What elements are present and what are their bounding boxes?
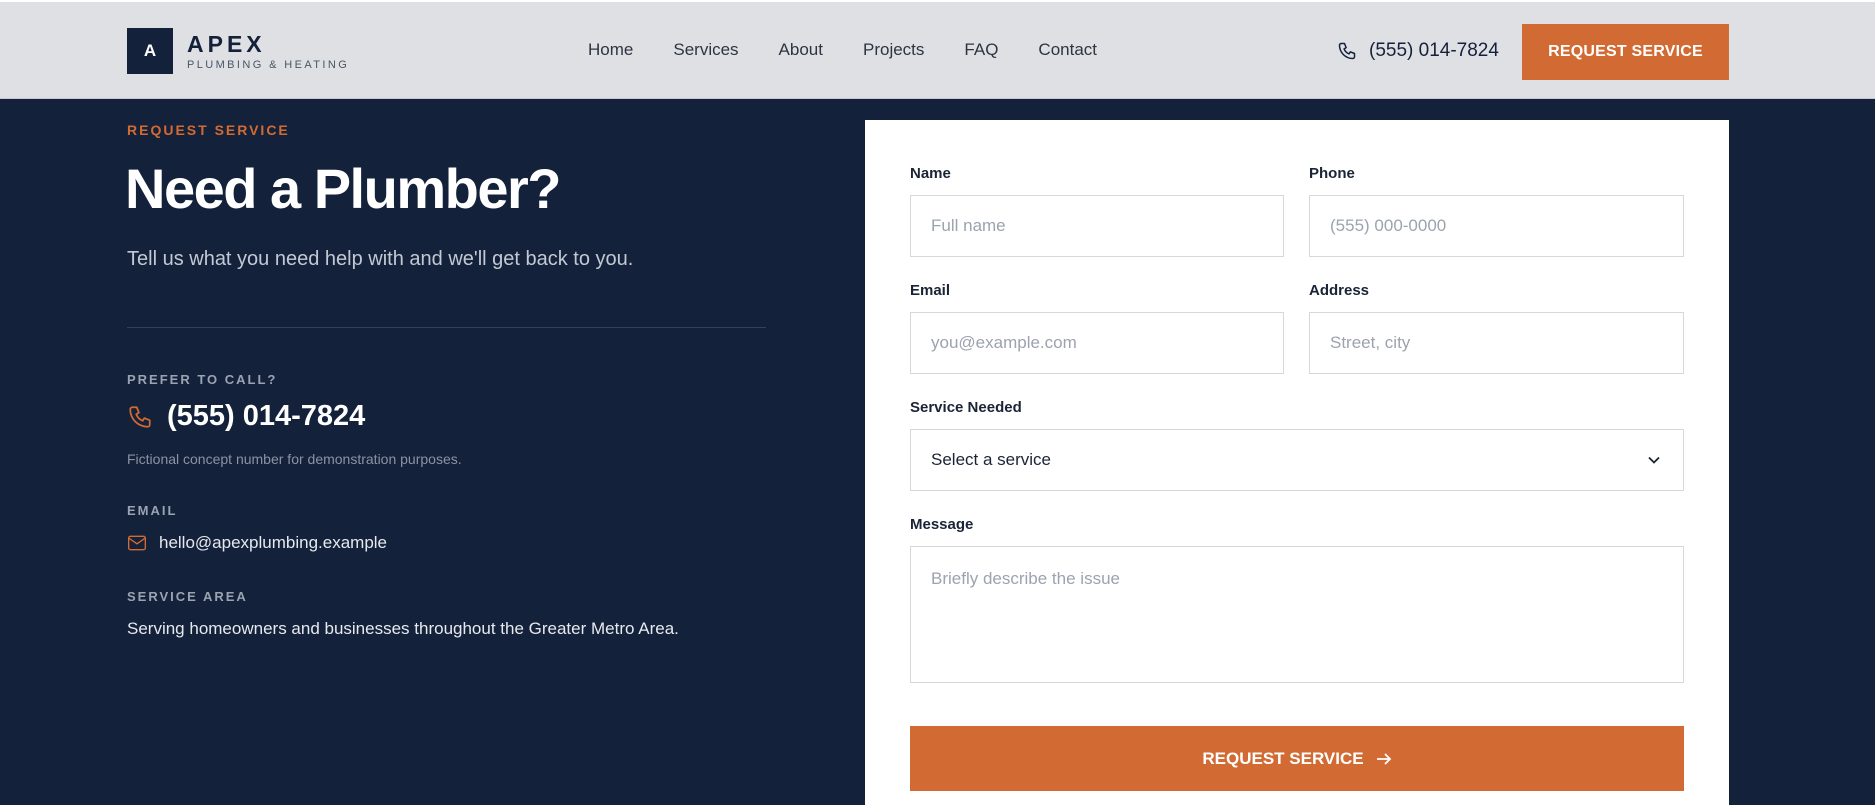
phone-icon xyxy=(129,405,151,428)
service-request-form: Name Full name Phone (555) 000-0000 Emai… xyxy=(865,120,1729,805)
contact-phone-link[interactable]: (555) 014-7824 xyxy=(127,400,365,433)
arrow-right-icon xyxy=(1376,752,1391,765)
request-service-button[interactable]: REQUEST SERVICE xyxy=(1522,24,1729,80)
nav-projects[interactable]: Projects xyxy=(863,40,924,60)
nav-home[interactable]: Home xyxy=(588,40,633,60)
area-label: SERVICE AREA xyxy=(127,589,248,604)
divider xyxy=(127,327,766,328)
phone-note: Fictional concept number for demonstrati… xyxy=(127,451,462,467)
service-area-text: Serving homeowners and businesses throug… xyxy=(127,619,679,638)
nav-services[interactable]: Services xyxy=(673,40,738,60)
nav-faq[interactable]: FAQ xyxy=(964,40,998,60)
contact-email: hello@apexplumbing.example xyxy=(159,533,388,552)
nav-about[interactable]: About xyxy=(779,40,823,60)
logo[interactable]: A APEX PLUMBING & HEATING xyxy=(127,28,349,74)
message-textarea[interactable]: Briefly describe the issue xyxy=(910,546,1684,683)
phone-icon xyxy=(1338,42,1356,60)
nav-contact[interactable]: Contact xyxy=(1038,40,1097,60)
page-title: Need a Plumber? xyxy=(125,157,561,220)
call-label: PREFER TO CALL? xyxy=(127,372,278,387)
header-phone-number: (555) 014-7824 xyxy=(1369,40,1499,61)
phone-input[interactable]: (555) 000-0000 xyxy=(1309,195,1684,257)
main-nav: Home Services About Projects FAQ Contact xyxy=(588,40,1097,60)
phone-label: Phone xyxy=(1309,165,1355,182)
submit-label: REQUEST SERVICE xyxy=(1202,748,1364,768)
message-label: Message xyxy=(910,516,974,533)
submit-button[interactable]: REQUEST SERVICE xyxy=(910,726,1684,791)
contact-email-link[interactable]: hello@apexplumbing.example xyxy=(127,533,387,553)
name-label: Name xyxy=(910,165,951,182)
name-input[interactable]: Full name xyxy=(910,195,1284,257)
section-eyebrow: REQUEST SERVICE xyxy=(127,122,290,138)
address-label: Address xyxy=(1309,282,1370,299)
logo-text: APEX PLUMBING & HEATING xyxy=(187,32,349,71)
service-select-value: Select a service xyxy=(931,450,1051,469)
site-header: A APEX PLUMBING & HEATING Home Services … xyxy=(0,0,1875,99)
email-field-label: Email xyxy=(910,282,951,299)
email-input[interactable]: you@example.com xyxy=(910,312,1284,374)
address-input[interactable]: Street, city xyxy=(1309,312,1684,374)
logo-mark: A xyxy=(127,28,173,74)
service-label: Service Needed xyxy=(910,399,1022,416)
brand-name: APEX xyxy=(187,30,266,57)
page-subtitle: Tell us what you need help with and we'l… xyxy=(127,248,634,270)
email-label: EMAIL xyxy=(127,503,178,518)
chevron-down-icon xyxy=(1648,456,1660,464)
service-select[interactable]: Select a service xyxy=(910,429,1684,491)
mail-icon xyxy=(128,535,146,551)
header-phone-link[interactable]: (555) 014-7824 xyxy=(1337,40,1499,62)
brand-tagline: PLUMBING & HEATING xyxy=(187,58,350,71)
contact-phone-number: (555) 014-7824 xyxy=(167,400,366,432)
